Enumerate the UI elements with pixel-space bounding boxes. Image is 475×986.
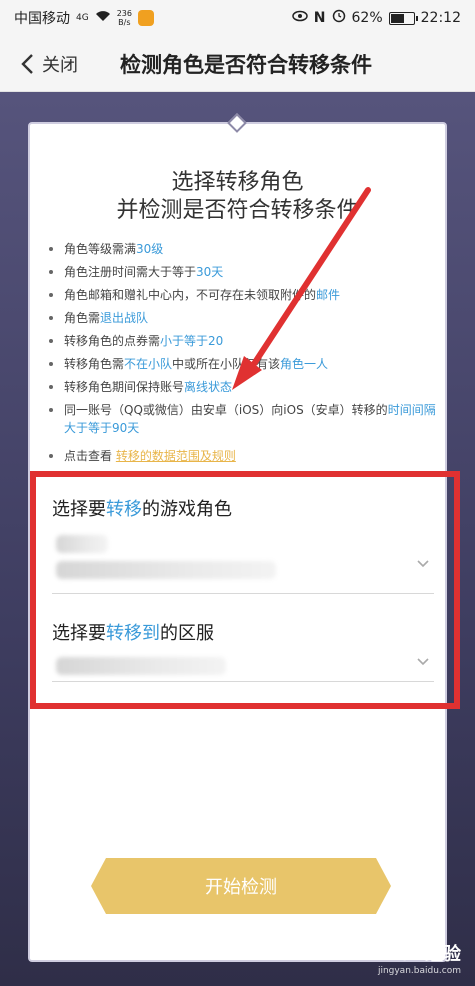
wifi-icon: [95, 10, 111, 26]
selection-panel: 选择要转移的游戏角色 选择要转移到的区服: [30, 471, 460, 709]
rule-item: 角色邮箱和赠礼中心内，不可存在未领取附件的邮件: [42, 286, 438, 304]
data-scope-rules-link[interactable]: 转移的数据范围及规则: [116, 449, 236, 463]
status-bar: 中国移动 4G 236 B/s N 62% 22:12: [0, 0, 475, 36]
rules-list: 角色等级需满30级 角色注册时间需大于等于30天 角色邮箱和赠礼中心内，不可存在…: [42, 240, 438, 470]
server-name-blurred: [56, 657, 226, 675]
role-detail-blurred: [56, 561, 276, 579]
close-button[interactable]: 关闭: [20, 51, 78, 77]
divider: [52, 681, 434, 682]
rule-item: 转移角色的点券需小于等于20: [42, 332, 438, 350]
nav-header: 关闭 检测角色是否符合转移条件: [0, 36, 475, 92]
app-notification-icon: [137, 10, 154, 26]
watermark-brand: Bai 经验: [386, 944, 461, 965]
net-speed: 236 B/s: [116, 9, 132, 27]
rule-item: 角色等级需满30级: [42, 240, 438, 258]
battery-percent: 62%: [351, 10, 383, 26]
page-title: 检测角色是否符合转移条件: [120, 52, 372, 77]
server-select-label: 选择要转移到的区服: [52, 623, 214, 644]
eye-icon: [292, 10, 308, 26]
rule-item: 角色注册时间需大于等于30天: [42, 263, 438, 281]
role-select-label: 选择要转移的游戏角色: [52, 499, 232, 520]
signal-indicator: 4G: [76, 12, 89, 23]
chevron-down-icon: [417, 560, 429, 568]
rules-link-item: 点击查看 转移的数据范围及规则: [42, 447, 438, 465]
alarm-icon: [332, 9, 346, 27]
nfc-icon: N: [313, 10, 326, 26]
carrier-label: 中国移动: [14, 11, 70, 27]
rule-item: 角色需退出战队: [42, 309, 438, 327]
watermark-url: jingyan.baidu.com: [377, 966, 461, 976]
rule-item: 转移角色期间保持账号离线状态: [42, 378, 438, 396]
rule-item: 同一账号（QQ或微信）由安卓（iOS）向iOS（安卓）转移的时间间隔大于等于90…: [42, 401, 438, 437]
close-label: 关闭: [42, 54, 78, 76]
chevron-down-icon: [417, 658, 429, 666]
battery-icon: [388, 11, 418, 25]
baidu-watermark: Bai 经验 jingyan.baidu.com: [378, 940, 461, 976]
card-title-line2: 并检测是否符合转移条件: [116, 198, 359, 223]
clock: 22:12: [420, 10, 461, 26]
role-name-blurred: [56, 535, 108, 553]
role-select[interactable]: [36, 531, 454, 589]
rule-item: 转移角色需不在小队中或所在小队仅有该角色一人: [42, 355, 438, 373]
start-check-button[interactable]: 开始检测: [91, 858, 391, 914]
divider: [52, 593, 434, 594]
chevron-left-icon: [21, 53, 33, 74]
